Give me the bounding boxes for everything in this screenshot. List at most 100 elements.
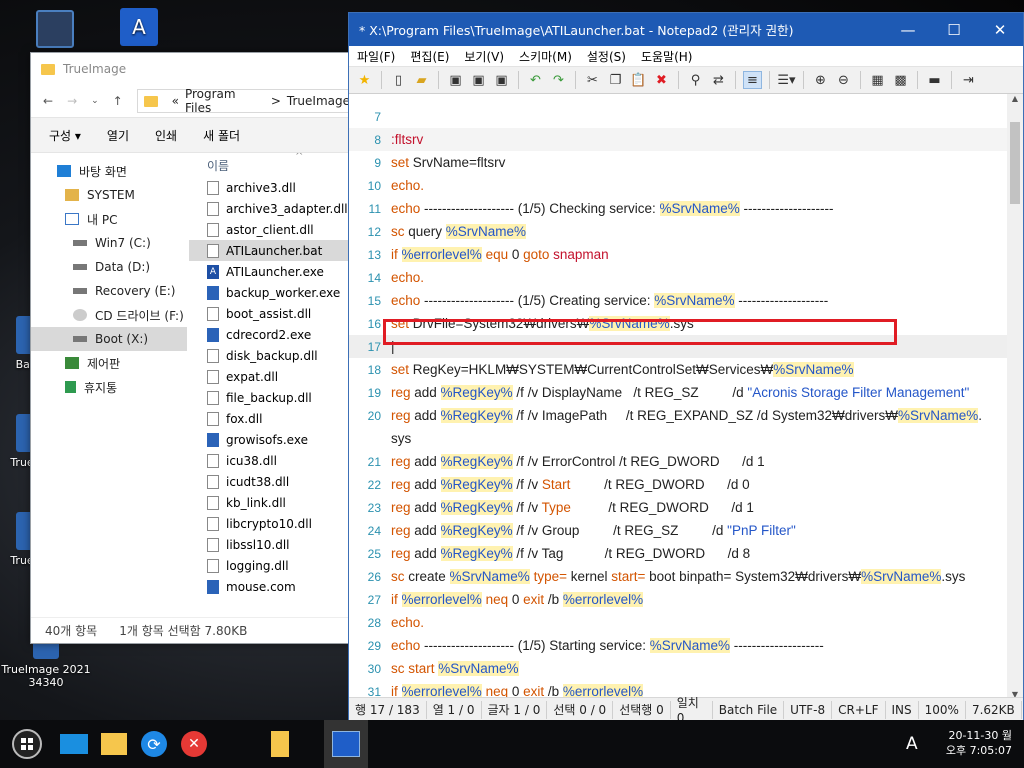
organize-button[interactable]: 구성 ▾ [49, 127, 81, 144]
nav-item-control-panel[interactable]: 제어판 [31, 351, 187, 375]
status-insert-mode[interactable]: INS [886, 700, 919, 719]
nav-item-recycle-bin[interactable]: 휴지통 [31, 375, 187, 399]
list-item[interactable]: mouse.com [189, 576, 353, 597]
save-icon[interactable]: ▣ [446, 71, 465, 89]
list-item[interactable]: libssl10.dll [189, 534, 353, 555]
refresh-task[interactable]: ⟳ [134, 720, 174, 768]
nav-item-system[interactable]: SYSTEM [31, 183, 187, 207]
cut-icon[interactable]: ✂ [583, 71, 602, 89]
menu-scheme[interactable]: 스키마(M) [519, 48, 572, 65]
scroll-up-icon[interactable]: ▲ [1007, 94, 1023, 103]
close-task[interactable]: ✕ [174, 720, 214, 768]
nav-item-my-pc[interactable]: 내 PC [31, 207, 187, 231]
list-item[interactable]: A ATILauncher.exe [189, 261, 353, 282]
word-wrap-icon[interactable]: ≡ [743, 71, 762, 89]
favorites-star-icon[interactable]: ★ [355, 71, 374, 89]
console-icon[interactable]: ▬ [925, 71, 944, 89]
open-folder-icon[interactable]: ▰ [412, 71, 431, 89]
list-item[interactable]: libcrypto10.dll [189, 513, 353, 534]
explorer-window-task[interactable] [260, 720, 300, 768]
acronis-desktop-icon[interactable]: A [104, 8, 174, 50]
bullet-list-icon[interactable]: ☰▾ [777, 71, 796, 89]
menu-edit[interactable]: 편집(E) [410, 48, 449, 65]
open-button[interactable]: 열기 [107, 127, 129, 144]
save-as-icon[interactable]: ▣ [469, 71, 488, 89]
customize-scheme-icon[interactable]: ▩ [891, 71, 910, 89]
menu-file[interactable]: 파일(F) [357, 48, 395, 65]
copy-icon[interactable]: ❐ [606, 71, 625, 89]
scheme-icon[interactable]: ▦ [868, 71, 887, 89]
menu-settings[interactable]: 설정(S) [587, 48, 626, 65]
close-button[interactable]: ✕ [977, 13, 1023, 46]
list-item[interactable]: kb_link.dll [189, 492, 353, 513]
undo-icon[interactable]: ↶ [526, 71, 545, 89]
exit-icon[interactable]: ⇥ [959, 71, 978, 89]
save-copy-icon[interactable]: ▣ [492, 71, 511, 89]
list-item[interactable]: file_backup.dll [189, 387, 353, 408]
delete-icon[interactable]: ✖ [652, 71, 671, 89]
column-header-name[interactable]: 이름 ^ [189, 153, 353, 177]
list-item[interactable]: icu38.dll [189, 450, 353, 471]
new-folder-button[interactable]: 새 폴더 [203, 127, 240, 144]
text-editor[interactable]: 7 8:fltsrv 9 set SrvName=fltsrv 10 echo. 1… [349, 94, 1009, 699]
list-item[interactable]: astor_client.dll [189, 219, 353, 240]
scrollbar-thumb[interactable] [1010, 122, 1020, 204]
list-item[interactable]: disk_backup.dll [189, 345, 353, 366]
start-button[interactable] [0, 720, 54, 768]
breadcrumb-overflow[interactable]: « [172, 94, 179, 108]
list-item[interactable]: cdrecord2.exe [189, 324, 353, 345]
new-file-icon[interactable]: ▯ [389, 71, 408, 89]
computer-icon [65, 213, 79, 225]
notepad-window-task[interactable] [324, 720, 368, 768]
nav-item-drive-x[interactable]: Boot (X:) [31, 327, 187, 351]
redo-icon[interactable]: ↷ [549, 71, 568, 89]
list-item[interactable]: archive3.dll [189, 177, 353, 198]
list-item[interactable]: fox.dll [189, 408, 353, 429]
list-item[interactable]: icudt38.dll [189, 471, 353, 492]
status-encoding[interactable]: UTF-8 [784, 700, 833, 719]
menu-view[interactable]: 보기(V) [464, 48, 504, 65]
clock[interactable]: 20-11-30 월 오후 7:05:07 [946, 728, 1012, 758]
nav-item-drive-d[interactable]: Data (D:) [31, 255, 187, 279]
show-desktop-task[interactable] [54, 720, 94, 768]
zoom-in-icon[interactable]: ⊕ [811, 71, 830, 89]
ime-indicator[interactable]: A [906, 734, 918, 754]
notepad-titlebar[interactable]: * X:\Program Files\TrueImage\ATILauncher… [349, 13, 1023, 46]
list-item[interactable]: boot_assist.dll [189, 303, 353, 324]
status-selection: 선택 0 / 0 [547, 700, 614, 719]
status-char: 글자 1 / 0 [482, 700, 548, 719]
file-explorer-task[interactable] [94, 720, 134, 768]
replace-icon[interactable]: ⇄ [709, 71, 728, 89]
nav-item-drive-c[interactable]: Win7 (C:) [31, 231, 187, 255]
nav-item-drive-e[interactable]: Recovery (E:) [31, 279, 187, 303]
up-arrow-icon[interactable]: ↑ [113, 94, 123, 108]
breadcrumb-trueimage[interactable]: TrueImage [287, 94, 350, 108]
nav-item-desktop[interactable]: 바탕 화면 [31, 159, 187, 183]
status-zoom[interactable]: 100% [919, 700, 966, 719]
desktop-icon-top[interactable] [20, 10, 90, 52]
list-item[interactable]: archive3_adapter.dll [189, 198, 353, 219]
back-arrow-icon[interactable]: ← [43, 94, 53, 108]
vertical-scrollbar[interactable]: ▲ ▼ [1007, 94, 1023, 699]
find-icon[interactable]: ⚲ [686, 71, 705, 89]
status-scheme[interactable]: Batch File [713, 700, 785, 719]
paste-icon[interactable]: 📋 [629, 71, 648, 89]
minimize-button[interactable]: — [885, 13, 931, 46]
print-button[interactable]: 인쇄 [155, 127, 177, 144]
nav-item-drive-f[interactable]: CD 드라이브 (F:) [31, 303, 187, 327]
explorer-titlebar[interactable]: TrueImage [31, 53, 351, 85]
status-eol[interactable]: CR+LF [832, 700, 886, 719]
zoom-out-icon[interactable]: ⊖ [834, 71, 853, 89]
maximize-button[interactable]: ☐ [931, 13, 977, 46]
notepad-title: * X:\Program Files\TrueImage\ATILauncher… [359, 23, 794, 38]
list-item[interactable]: growisofs.exe [189, 429, 353, 450]
dropdown-chevron-icon[interactable]: ⌄ [91, 96, 99, 106]
breadcrumb-program-files[interactable]: Program Files [185, 87, 265, 115]
list-item[interactable]: backup_worker.exe [189, 282, 353, 303]
menu-help[interactable]: 도움말(H) [641, 48, 693, 65]
list-item[interactable]: expat.dll [189, 366, 353, 387]
forward-arrow-icon[interactable]: → [67, 94, 77, 108]
list-item[interactable]: logging.dll [189, 555, 353, 576]
list-item-selected[interactable]: ATILauncher.bat [189, 240, 353, 261]
address-bar[interactable]: « Program Files > TrueImage [136, 87, 351, 115]
